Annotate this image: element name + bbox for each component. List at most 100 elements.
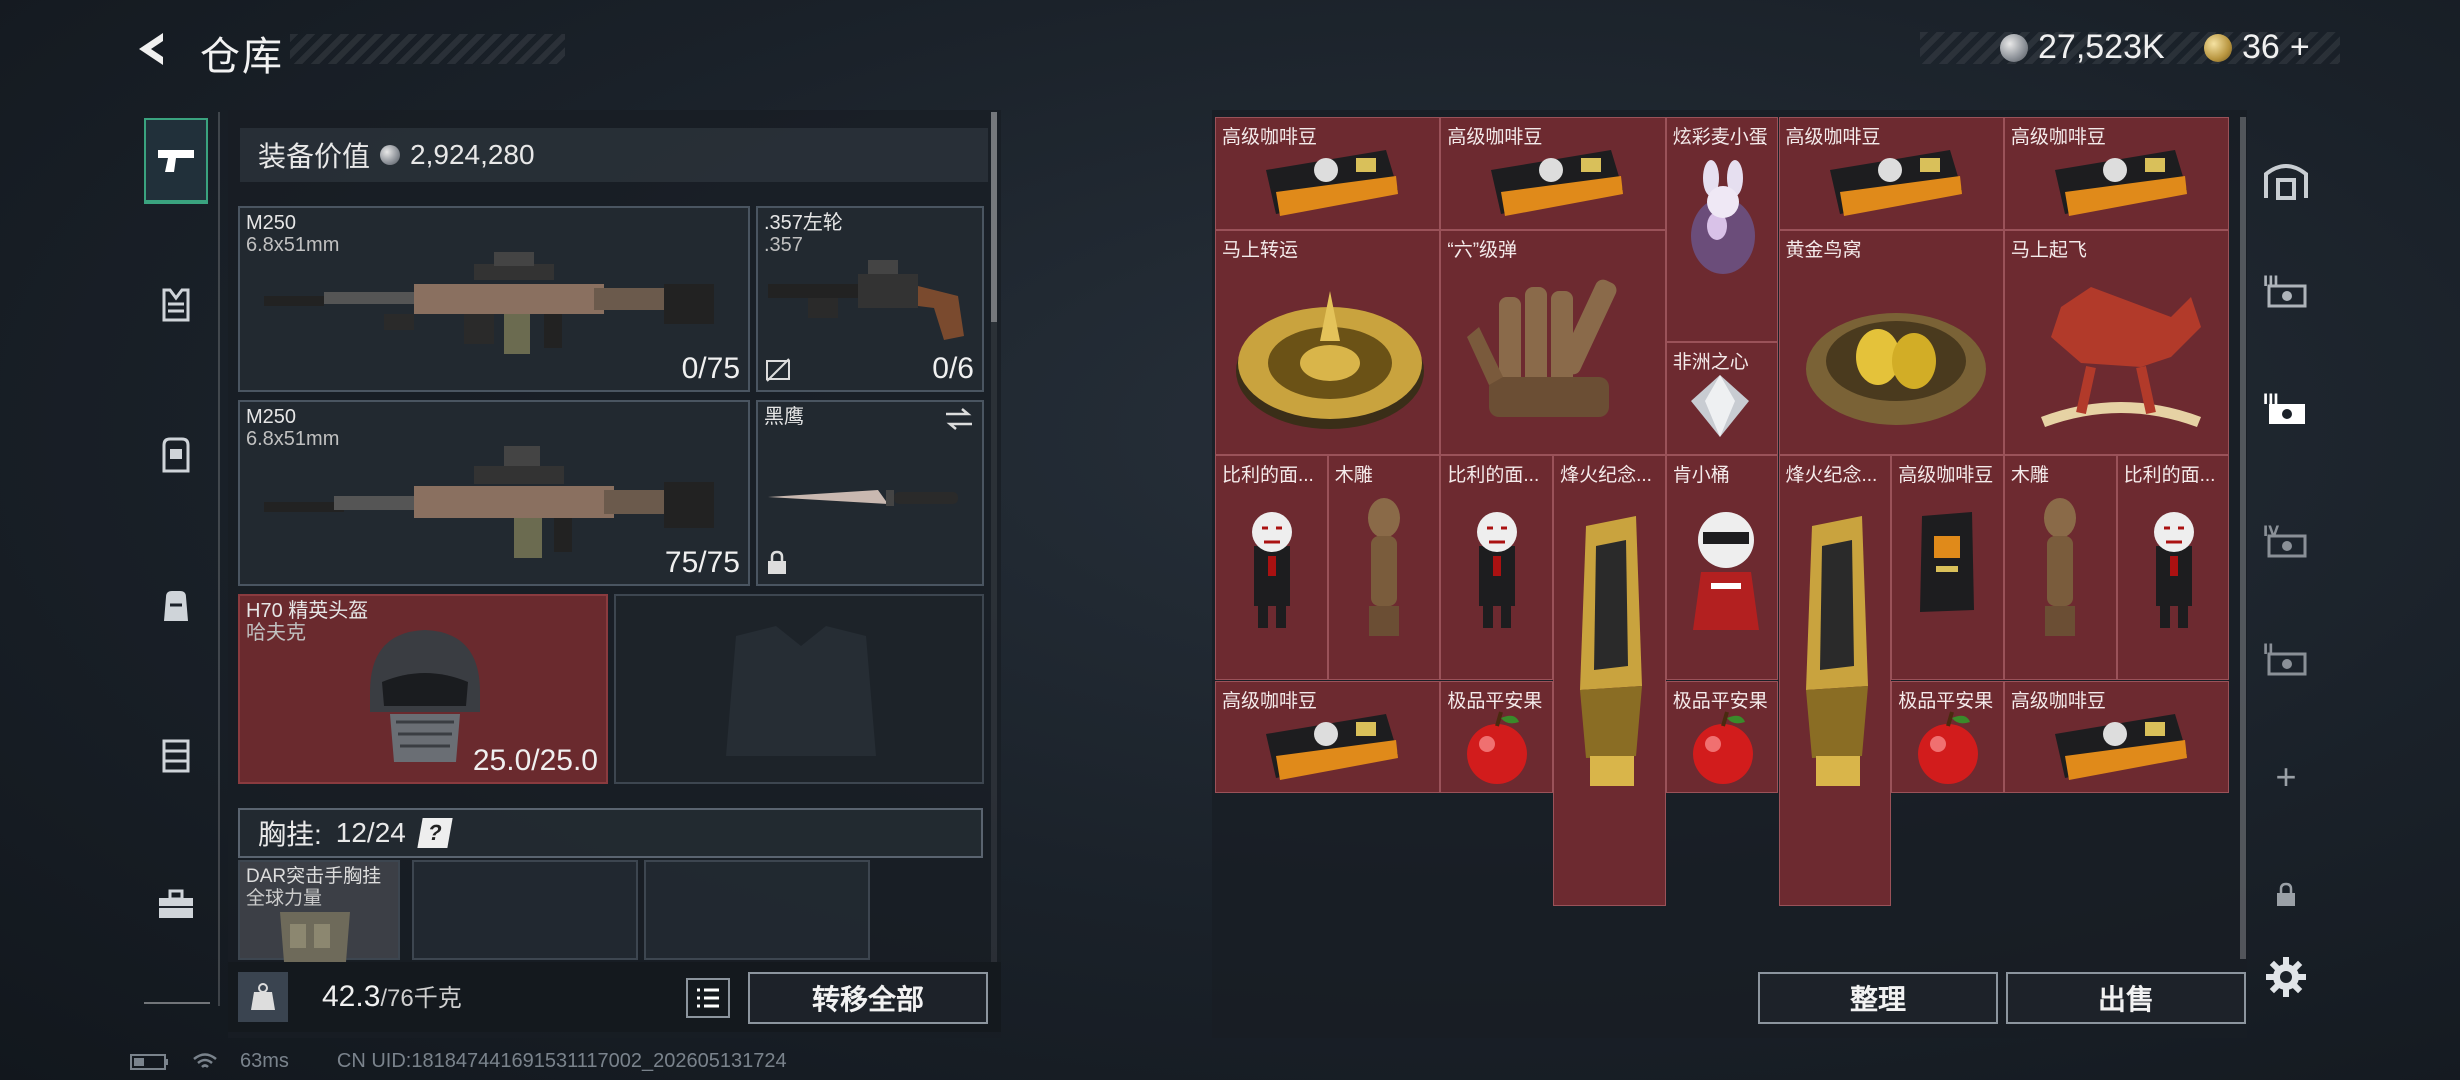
armor-slot-empty[interactable] bbox=[614, 594, 984, 784]
help-icon[interactable]: ? bbox=[417, 818, 453, 848]
settings-button[interactable] bbox=[2250, 942, 2322, 1012]
weight-current: 42.3 bbox=[322, 980, 381, 1013]
storage-item[interactable]: 极品平安果 bbox=[1891, 680, 2004, 794]
storage-item-name: 极品平安果 bbox=[1447, 690, 1543, 712]
storage-item[interactable]: 马上转运 bbox=[1215, 229, 1441, 456]
rig-pouch-slot[interactable] bbox=[412, 860, 638, 960]
rig-pouch-slot[interactable] bbox=[644, 860, 870, 960]
list-view-button[interactable] bbox=[686, 978, 730, 1018]
rig-label: 胸挂: bbox=[258, 819, 322, 850]
m250-rifle-icon bbox=[264, 252, 714, 354]
storage-item[interactable]: 极品平安果 bbox=[1665, 680, 1779, 794]
loadout-scroll-thumb[interactable] bbox=[991, 112, 997, 322]
trophy-icon bbox=[1580, 516, 1643, 787]
storage-item[interactable]: 烽火纪念... bbox=[1553, 455, 1666, 906]
storage-item[interactable]: 高级咖啡豆 bbox=[1440, 117, 1666, 230]
storage-item-name: 比利的面... bbox=[1447, 465, 1540, 487]
storage-item[interactable]: 比利的面... bbox=[1215, 455, 1328, 681]
gold-currency[interactable]: 36 + bbox=[2204, 28, 2310, 67]
storage-item[interactable]: 黄金鸟窝 bbox=[1778, 229, 2004, 456]
nav-weapons[interactable] bbox=[144, 118, 208, 204]
primary-weapon-slot-1[interactable]: M250 6.8x51mm 0/75 bbox=[238, 206, 750, 392]
sidearm-slot[interactable]: .357左轮 .357 0/6 bbox=[756, 206, 984, 392]
melee-slot[interactable]: 黑鹰 bbox=[756, 400, 984, 586]
chest-rig-item[interactable]: DAR突击手胸挂 全球力量 bbox=[238, 860, 400, 962]
chest-rig-header: 胸挂: 12/24 ? bbox=[238, 808, 983, 858]
weight-limit: /76千克 bbox=[380, 985, 462, 1012]
helmet-slot[interactable]: H70 精英头盔 哈夫克 25.0/25.0 bbox=[238, 594, 608, 784]
sort-button[interactable]: 整理 bbox=[1758, 972, 1998, 1024]
storage-tier-3-icon: III bbox=[2263, 274, 2307, 308]
storage-item-name: 炫彩麦小蛋 bbox=[1672, 127, 1768, 148]
ping: 63ms bbox=[240, 1050, 289, 1072]
storage-all-tab[interactable] bbox=[2250, 144, 2322, 214]
locked-storage-tab[interactable] bbox=[2250, 860, 2322, 930]
storage-item-name: 高级咖啡豆 bbox=[1447, 127, 1543, 148]
mascot-icon bbox=[1692, 512, 1759, 631]
storage-item[interactable]: 比利的面... bbox=[1440, 455, 1554, 681]
storage-item[interactable]: 非洲之心 bbox=[1665, 342, 1779, 456]
storage-item[interactable]: “六”级弹 bbox=[1440, 229, 1666, 456]
storage-item-name: 高级咖啡豆 bbox=[1222, 127, 1318, 148]
nav-toolbox[interactable] bbox=[144, 862, 208, 948]
sidearm-name: .357左轮 bbox=[764, 212, 843, 234]
coffee-pack-icon bbox=[1920, 512, 1975, 613]
back-button[interactable] bbox=[130, 26, 176, 72]
storage-item[interactable]: 高级咖啡豆 bbox=[1778, 117, 2004, 230]
primary-weapon-slot-2[interactable]: M250 6.8x51mm 75/75 bbox=[238, 400, 750, 586]
storage-item[interactable]: 高级咖啡豆 bbox=[2003, 117, 2230, 230]
gear-icon bbox=[2266, 957, 2306, 997]
add-storage-button[interactable]: + bbox=[2250, 742, 2322, 812]
storage-scrollbar[interactable] bbox=[2240, 117, 2246, 959]
gold-add-button[interactable]: + bbox=[2290, 28, 2310, 67]
storage-item[interactable]: 极品平安果 bbox=[1440, 680, 1554, 794]
storage-tab-3a[interactable]: III bbox=[2250, 256, 2322, 326]
horse-icon bbox=[2040, 286, 2201, 427]
ammo-count: 75/75 bbox=[664, 546, 740, 579]
nav-backpack-a[interactable] bbox=[144, 412, 208, 498]
battery-icon bbox=[130, 1053, 168, 1070]
pistol-icon bbox=[158, 150, 194, 172]
equipment-value: 装备价值 2,924,280 bbox=[240, 128, 988, 182]
storage-item[interactable]: 高级咖啡豆 bbox=[1891, 455, 2004, 681]
nav-backpack-b[interactable] bbox=[144, 562, 208, 648]
figure-icon bbox=[2153, 512, 2194, 629]
sell-button[interactable]: 出售 bbox=[2006, 972, 2246, 1024]
storage-item[interactable]: 炫彩麦小蛋 bbox=[1665, 117, 1779, 343]
nest-icon bbox=[1805, 312, 1986, 425]
carving-icon bbox=[2043, 498, 2076, 637]
weight-icon bbox=[238, 972, 288, 1022]
silver-currency: 27,523K bbox=[2000, 28, 2165, 67]
storage-item[interactable]: 肯小桶 bbox=[1665, 455, 1779, 681]
storage-grid: 高级咖啡豆 高级咖啡豆 炫彩麦小蛋 高级咖啡豆 高级咖啡豆 马上转运 “六”级弹 非洲之心 黄金… bbox=[1215, 117, 2231, 906]
rig-item-name: DAR突击手胸挂 bbox=[246, 866, 382, 887]
nav-armor-vest[interactable] bbox=[144, 262, 208, 348]
svg-text:III: III bbox=[2263, 274, 2279, 290]
storage-item[interactable]: 木雕 bbox=[2003, 455, 2117, 681]
storage-tab-4[interactable]: IV bbox=[2250, 506, 2322, 576]
storage-item[interactable]: 高级咖啡豆 bbox=[1215, 117, 1441, 230]
storage-item[interactable]: 高级咖啡豆 bbox=[2003, 680, 2230, 794]
svg-text:IV: IV bbox=[2263, 524, 2279, 540]
coffee-bag-icon bbox=[1266, 150, 1398, 216]
storage-item[interactable]: 高级咖啡豆 bbox=[1215, 680, 1441, 794]
storage-tab-2[interactable]: II bbox=[2250, 624, 2322, 694]
knife-icon bbox=[768, 490, 958, 506]
storage-item[interactable]: 木雕 bbox=[1327, 455, 1441, 681]
storage-item[interactable]: 烽火纪念... bbox=[1778, 455, 1892, 906]
carving-icon bbox=[1367, 498, 1400, 637]
vest-icon bbox=[162, 288, 190, 322]
storage-item[interactable]: 马上起飞 bbox=[2003, 229, 2230, 456]
swap-icon[interactable] bbox=[944, 408, 974, 430]
storage-item[interactable]: 比利的面... bbox=[2116, 455, 2230, 681]
transfer-all-button[interactable]: 转移全部 bbox=[748, 972, 988, 1024]
revolver-icon bbox=[768, 260, 964, 340]
storage-item-name: 肯小桶 bbox=[1672, 465, 1730, 487]
nav-container[interactable] bbox=[144, 712, 208, 798]
storage-tab-3b[interactable]: III bbox=[2250, 374, 2322, 444]
uid: CN UID:18184744169153111700​2_2026051317… bbox=[336, 1050, 787, 1072]
apple-icon bbox=[1692, 710, 1753, 784]
storage-item-name: 黄金鸟窝 bbox=[1785, 239, 1862, 261]
storage-item-name: 高级咖啡豆 bbox=[2010, 127, 2106, 148]
wheel-icon bbox=[1236, 290, 1424, 429]
